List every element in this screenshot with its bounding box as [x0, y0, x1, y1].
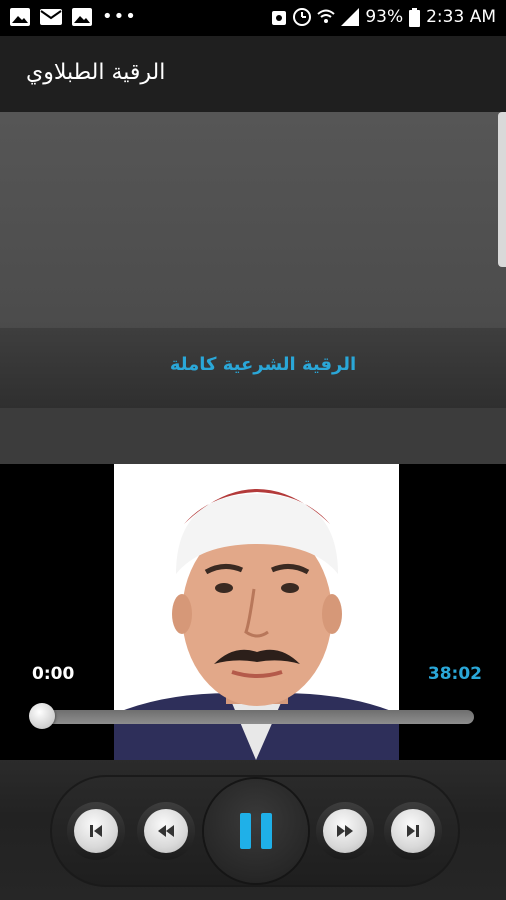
total-duration: 38:02 — [427, 664, 482, 684]
wifi-icon — [317, 9, 335, 23]
clock-icon — [293, 8, 312, 26]
fast-forward-button[interactable] — [316, 802, 374, 860]
skip-next-icon — [407, 825, 419, 837]
playlist-footer — [0, 408, 506, 464]
rewind-button[interactable] — [137, 802, 195, 860]
battery-percent: 93% — [365, 7, 404, 27]
clock-time: 2:33 AM — [426, 7, 496, 27]
image-icon — [10, 8, 30, 26]
app-title: الرقية الطبلاوي — [26, 60, 166, 85]
image-icon — [72, 8, 92, 26]
scrollbar-thumb[interactable] — [498, 112, 506, 267]
more-notifications-indicator: ••• — [102, 6, 137, 27]
elapsed-time: 0:00 — [32, 664, 75, 684]
seekbar[interactable] — [36, 710, 474, 724]
skip-next-button[interactable] — [384, 802, 442, 860]
playlist: الرقية الشرعية كاملة — [0, 112, 506, 408]
status-bar: ••• 93% 2:33 AM — [0, 0, 506, 36]
app-bar: الرقية الطبلاوي — [0, 36, 506, 112]
player-controls — [0, 760, 506, 900]
fast-forward-icon — [337, 825, 353, 837]
skip-previous-button[interactable] — [67, 802, 125, 860]
alarm-icon — [272, 11, 287, 25]
track-title: الرقية الشرعية كاملة — [169, 354, 357, 375]
signal-icon — [341, 8, 360, 26]
mail-icon — [40, 9, 62, 25]
pause-icon — [240, 813, 272, 849]
battery-icon — [409, 7, 421, 27]
seekbar-thumb[interactable] — [29, 703, 55, 729]
skip-previous-icon — [90, 825, 102, 837]
play-pause-button[interactable] — [204, 779, 308, 883]
system-status: 93% 2:33 AM — [271, 7, 496, 27]
list-item[interactable]: الرقية الشرعية كاملة — [0, 328, 506, 408]
rewind-icon — [158, 825, 174, 837]
notification-area: ••• — [10, 8, 137, 26]
